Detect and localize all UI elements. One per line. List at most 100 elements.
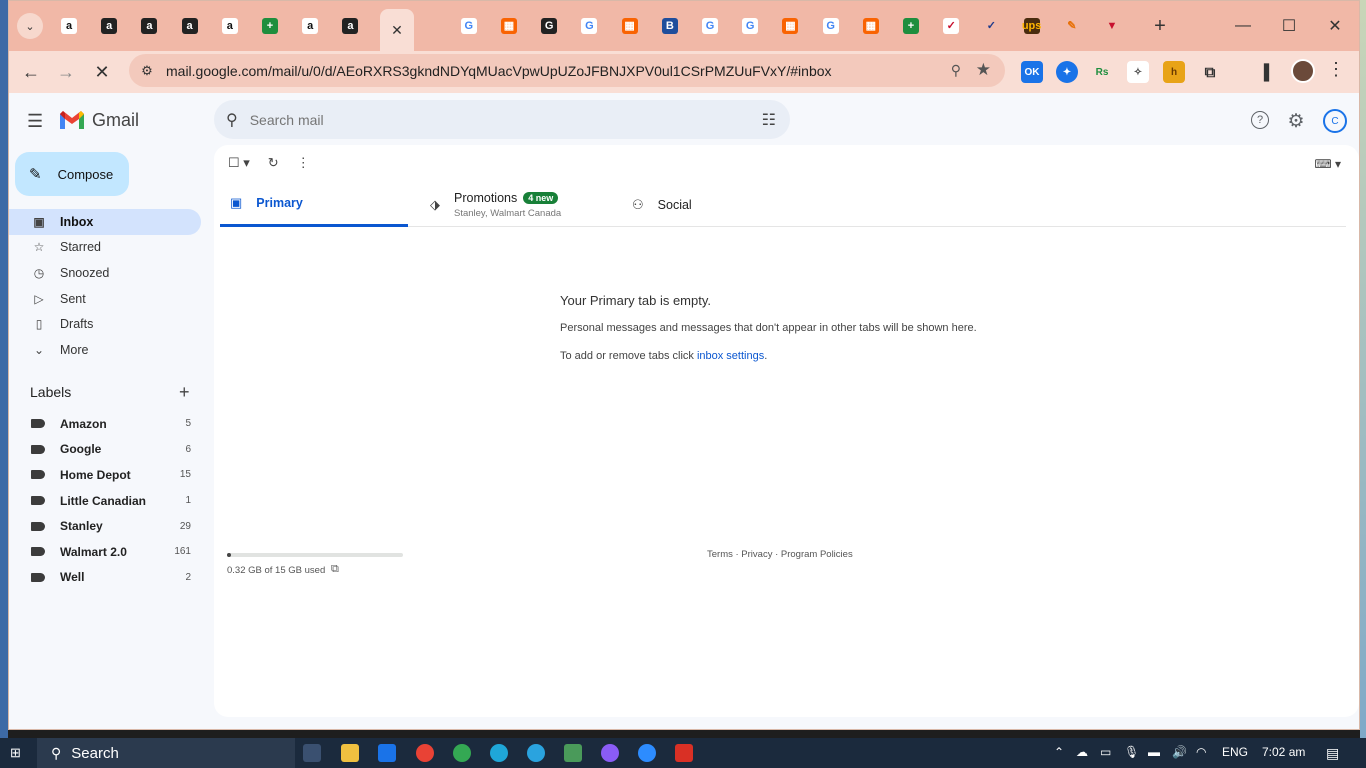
browser-tab[interactable]: G	[737, 13, 763, 39]
zoom-app-icon[interactable]	[638, 744, 656, 762]
chrome-icon[interactable]	[416, 744, 434, 762]
mail-app-icon[interactable]	[378, 744, 396, 762]
extension-ok-icon[interactable]: OK	[1021, 61, 1043, 83]
url-text[interactable]: mail.google.com/mail/u/0/d/AEoRXRS3gkndN…	[166, 63, 926, 79]
tray-wifi-icon[interactable]: ◠	[1196, 745, 1206, 759]
label-item[interactable]: Amazon 5	[9, 411, 201, 437]
label-item[interactable]: Google 6	[9, 437, 201, 463]
extension-blue-icon[interactable]: ✦	[1056, 61, 1078, 83]
profile-avatar[interactable]	[1291, 59, 1315, 83]
gmail-brand-text[interactable]: Gmail	[92, 110, 139, 131]
browser-tab[interactable]: ▦	[777, 13, 803, 39]
chrome-profile-icon[interactable]	[453, 744, 471, 762]
extension-honey-icon[interactable]: h	[1163, 61, 1185, 83]
stop-loading-icon[interactable]: ✕	[89, 59, 115, 85]
nav-item-more[interactable]: ⌄ More	[9, 337, 201, 363]
tray-device-icon[interactable]: ▭	[1100, 745, 1111, 759]
manage-storage-external-link-icon[interactable]: ⧉	[331, 563, 339, 576]
help-icon[interactable]: ?	[1251, 111, 1269, 129]
extensions-puzzle-icon[interactable]: ⧉	[1199, 61, 1221, 83]
tray-volume-icon[interactable]: 🔊	[1172, 745, 1187, 759]
refresh-icon[interactable]: ↻	[268, 155, 279, 171]
search-input[interactable]	[249, 111, 730, 128]
browser-tab[interactable]: G	[576, 13, 602, 39]
tray-language[interactable]: ENG	[1222, 745, 1248, 759]
new-tab-plus-icon[interactable]: +	[1147, 13, 1173, 39]
maximize-icon[interactable]: ☐	[1267, 11, 1311, 41]
tab-search-chevron-icon[interactable]: ⌄	[17, 13, 43, 39]
tab-primary[interactable]: ▣ Primary	[220, 182, 408, 227]
windows-start-icon[interactable]: ⊞	[10, 745, 26, 761]
chrome-active-icon[interactable]	[564, 744, 582, 762]
browser-tab[interactable]: a	[337, 13, 363, 39]
browser-tab[interactable]: B	[657, 13, 683, 39]
tray-chevron-up-icon[interactable]: ⌃	[1054, 745, 1064, 759]
browser-tab[interactable]: a	[177, 13, 203, 39]
tab-promotions[interactable]: ⬗ Promotions 4 new Stanley, Walmart Cana…	[430, 182, 561, 227]
label-item[interactable]: Well 2	[9, 565, 201, 591]
browser-menu-icon[interactable]: ⋮	[1327, 59, 1345, 80]
nav-item-snoozed[interactable]: ◷ Snoozed	[9, 260, 201, 286]
search-icon[interactable]: ⚲	[226, 110, 238, 130]
browser-tab[interactable]: ▦	[858, 13, 884, 39]
browser-tab[interactable]: a	[297, 13, 323, 39]
browser-tab[interactable]: ▦	[617, 13, 643, 39]
browser-tab[interactable]: a	[56, 13, 82, 39]
input-tools-keyboard-icon[interactable]: ⌨ ▾	[1314, 157, 1341, 171]
minimize-icon[interactable]: —	[1221, 11, 1265, 41]
footer-links[interactable]: Terms · Privacy · Program Policies	[707, 549, 853, 560]
label-item[interactable]: Walmart 2.0 161	[9, 539, 201, 565]
tray-battery-icon[interactable]: ▬	[1148, 745, 1160, 759]
side-panel-icon[interactable]: ▐	[1253, 61, 1275, 83]
select-all-checkbox-icon[interactable]: ☐ ▾	[228, 155, 250, 171]
back-arrow-icon[interactable]: ←	[18, 59, 44, 85]
tab-social[interactable]: ⚇ Social	[632, 182, 692, 227]
taskbar-search-box[interactable]: ⚲ Search	[37, 738, 295, 768]
compose-button[interactable]: ✎ Compose	[15, 152, 129, 196]
zoom-icon[interactable]: ⚲	[951, 62, 961, 79]
site-info-icon[interactable]: ⚙	[137, 63, 157, 79]
google-account-avatar[interactable]: C	[1323, 109, 1347, 133]
edge-icon[interactable]	[490, 744, 508, 762]
tray-cloud-icon[interactable]: ☁	[1076, 745, 1088, 759]
browser-tab[interactable]: G	[818, 13, 844, 39]
label-item[interactable]: Little Canadian 1	[9, 488, 201, 514]
main-menu-icon[interactable]: ☰	[27, 111, 43, 132]
nav-item-drafts[interactable]: ▯ Drafts	[9, 311, 201, 337]
telegram-icon[interactable]	[527, 744, 545, 762]
inbox-settings-link[interactable]: inbox settings	[697, 350, 764, 362]
browser-tab[interactable]: ✓	[978, 13, 1004, 39]
browser-tab[interactable]: a	[96, 13, 122, 39]
create-label-plus-icon[interactable]: +	[179, 382, 190, 403]
forward-arrow-icon[interactable]: →	[53, 59, 79, 85]
browser-tab[interactable]: G	[697, 13, 723, 39]
settings-gear-icon[interactable]: ⚙	[1286, 111, 1306, 132]
nav-item-sent[interactable]: ▷ Sent	[9, 286, 201, 312]
browser-tab[interactable]: G	[456, 13, 482, 39]
browser-tab[interactable]: +	[898, 13, 924, 39]
browser-tab[interactable]: ▼	[1099, 13, 1125, 39]
browser-tab[interactable]: ▦	[496, 13, 522, 39]
browser-tab[interactable]: +	[257, 13, 283, 39]
label-item[interactable]: Stanley 29	[9, 513, 201, 539]
file-explorer-icon[interactable]	[341, 744, 359, 762]
tray-mic-icon[interactable]: 🎙	[1124, 745, 1139, 759]
task-view-icon[interactable]	[303, 744, 321, 762]
browser-tab[interactable]: ups	[1019, 13, 1045, 39]
tray-clock[interactable]: 7:02 am	[1262, 745, 1305, 759]
app-red-icon[interactable]	[675, 744, 693, 762]
search-options-icon[interactable]: ☷	[762, 110, 776, 130]
address-bar[interactable]: ⚙ mail.google.com/mail/u/0/d/AEoRXRS3gkn…	[129, 54, 1005, 87]
bookmark-star-icon[interactable]: ★	[976, 60, 991, 80]
extension-logo-icon[interactable]: ✧	[1127, 61, 1149, 83]
nav-item-inbox[interactable]: ▣ Inbox	[9, 209, 201, 235]
nav-item-starred[interactable]: ☆ Starred	[9, 235, 201, 261]
label-item[interactable]: Home Depot 15	[9, 462, 201, 488]
close-window-icon[interactable]: ✕	[1313, 11, 1357, 41]
browser-tab[interactable]: ✓	[938, 13, 964, 39]
browser-tab[interactable]: a	[136, 13, 162, 39]
messenger-icon[interactable]	[601, 744, 619, 762]
browser-tab[interactable]: a	[217, 13, 243, 39]
notifications-icon[interactable]: ▤	[1326, 745, 1339, 762]
active-tab-close-icon[interactable]: ✕	[380, 9, 414, 51]
